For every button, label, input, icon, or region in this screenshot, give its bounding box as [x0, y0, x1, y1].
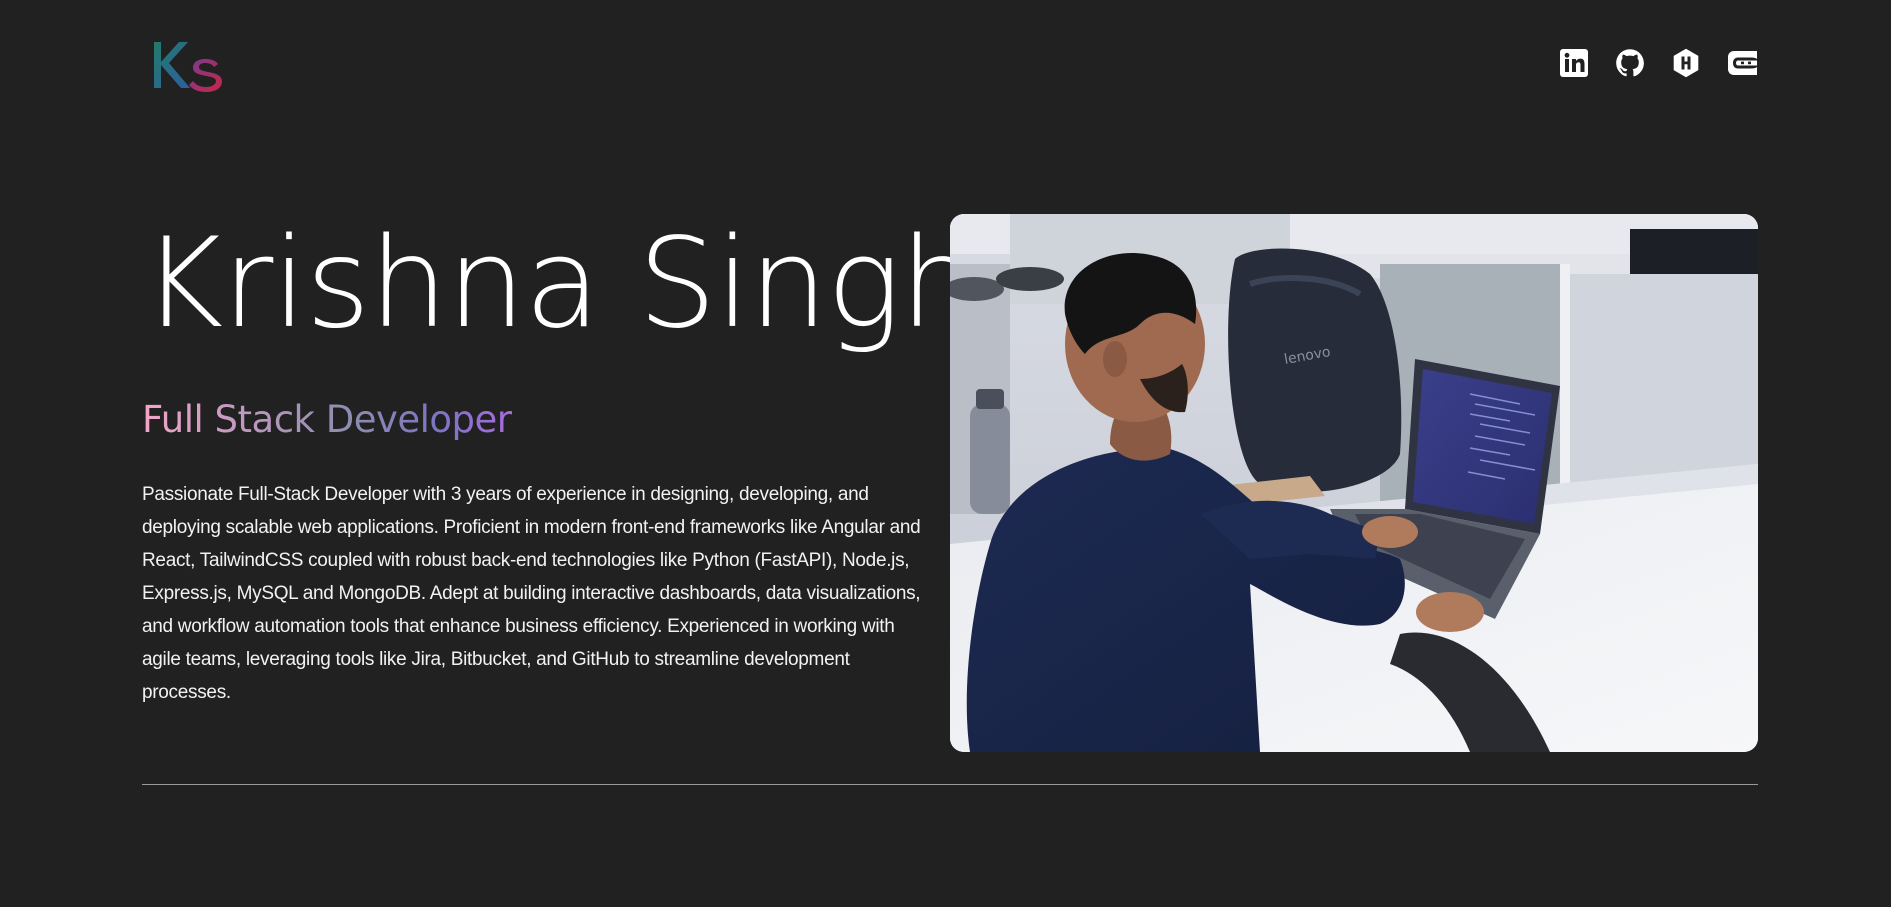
hero-name: Krishna Singh: [142, 212, 979, 356]
codewars-link[interactable]: [1727, 48, 1757, 78]
github-link[interactable]: [1615, 48, 1645, 78]
hero-role: Full Stack Developer: [142, 396, 512, 444]
codewars-icon: [1728, 51, 1757, 75]
profile-photo-illustration: lenovo: [950, 214, 1758, 752]
hero-bio: Passionate Full-Stack Developer with 3 y…: [142, 484, 921, 703]
portfolio-page: Ks: [0, 0, 1891, 907]
logo-mark: Ks: [154, 42, 222, 92]
linkedin-link[interactable]: [1559, 48, 1589, 78]
github-icon: [1616, 49, 1644, 77]
section-divider: [142, 784, 1758, 785]
hashnode-icon: [1673, 48, 1699, 78]
linkedin-icon: [1560, 49, 1588, 77]
logo[interactable]: Ks: [150, 34, 225, 94]
profile-photo: lenovo: [950, 214, 1758, 752]
hashnode-link[interactable]: [1671, 48, 1701, 78]
social-links: [1559, 48, 1757, 78]
